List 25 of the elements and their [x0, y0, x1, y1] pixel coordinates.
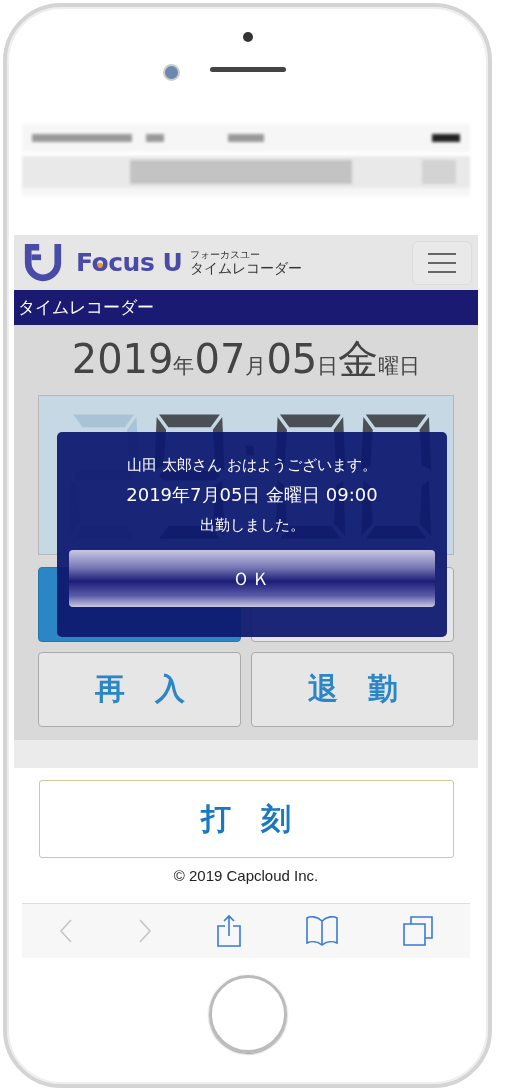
camera-icon — [163, 64, 180, 81]
copyright-text: © 2019 Capcloud Inc. — [173, 867, 319, 884]
stamp-button[interactable]: 打 刻 — [38, 780, 454, 858]
speaker-icon — [210, 67, 286, 72]
ok-button[interactable]: ＯＫ — [69, 550, 435, 607]
punch-button[interactable]: 退 勤 — [251, 652, 454, 727]
sensor-icon — [243, 32, 253, 42]
brand-name: Focus U — [76, 248, 183, 277]
menu-button[interactable] — [412, 240, 472, 285]
punch-button[interactable]: 再 入 — [38, 652, 241, 727]
logo-icon — [22, 241, 64, 284]
share-icon[interactable] — [215, 914, 242, 948]
dialog-message: 山田 太郎さん おはようございます。 — [127, 455, 377, 476]
dialog-message: 2019年7月05日 金曜日 09:00 — [126, 484, 378, 506]
forward-icon[interactable] — [136, 918, 153, 944]
tabs-icon[interactable] — [402, 915, 435, 947]
brand-ruby: フォーカスユー — [190, 250, 262, 260]
back-icon[interactable] — [57, 918, 74, 944]
book-icon[interactable] — [305, 915, 340, 947]
home-button[interactable] — [208, 975, 287, 1053]
brand-subtitle: タイムレコーダー — [190, 261, 303, 275]
dialog-message: 出勤しました。 — [199, 515, 305, 536]
page-title-bar: タイムレコーダー — [14, 290, 478, 325]
menu-icon — [428, 251, 456, 274]
date-heading: 2019年07月 05 日金曜日 — [70, 337, 422, 384]
